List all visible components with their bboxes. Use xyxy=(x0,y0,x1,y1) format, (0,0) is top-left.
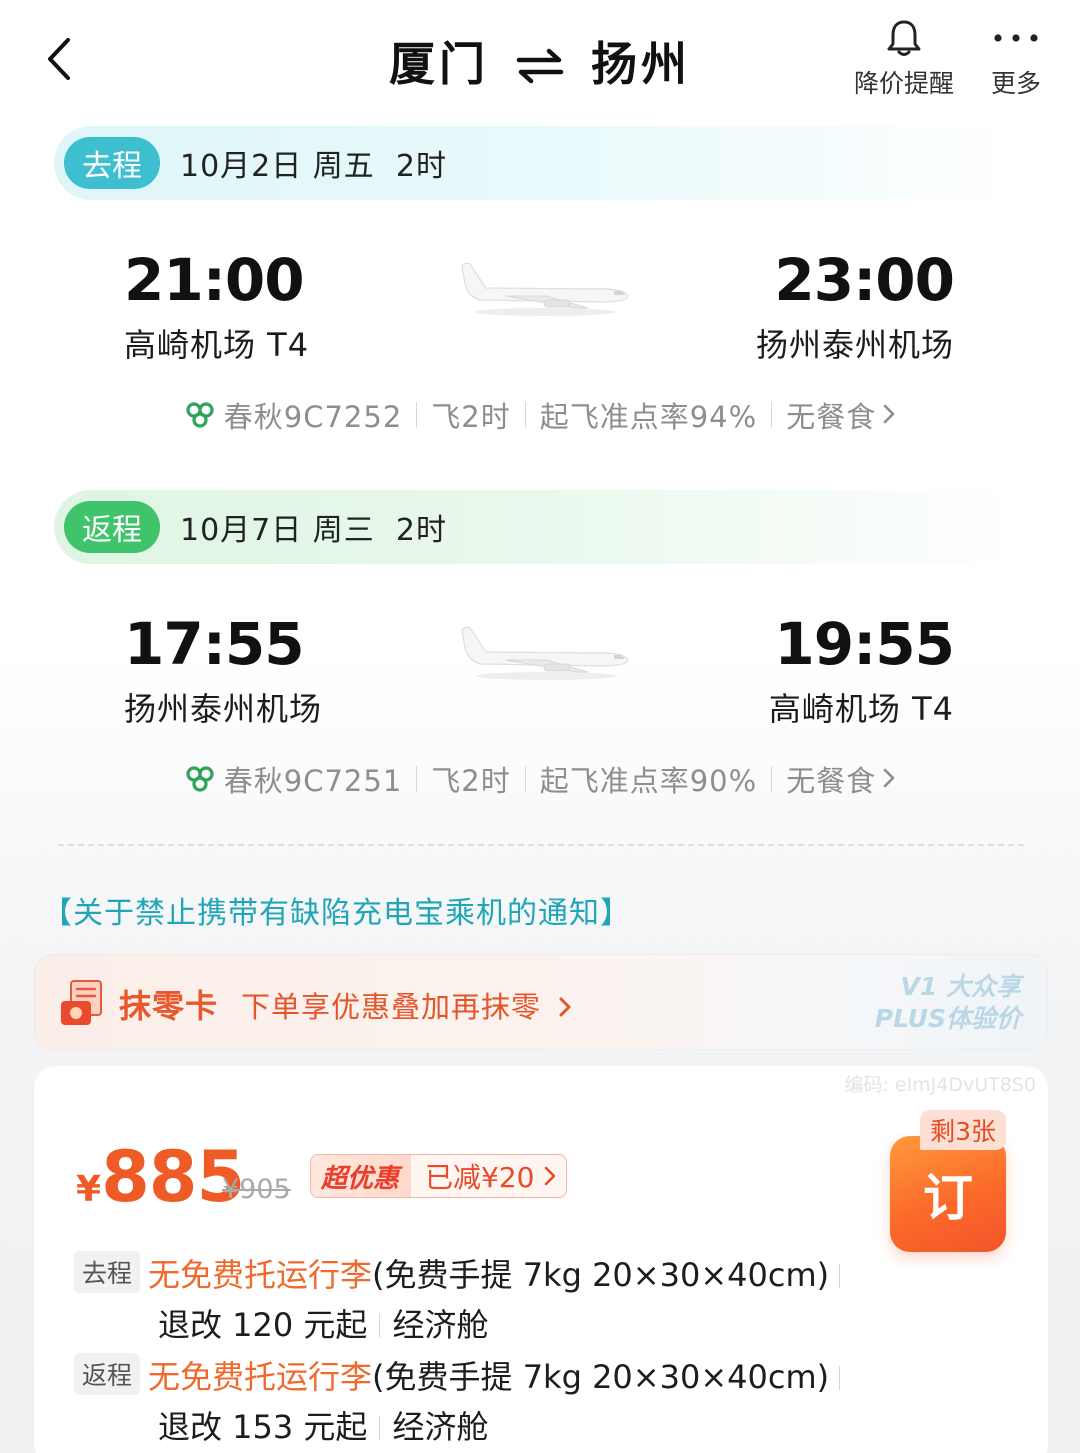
from-city: 厦门 xyxy=(389,37,489,91)
chevron-right-icon xyxy=(559,997,571,1017)
chevron-right-icon xyxy=(545,1166,556,1186)
airplane-icon xyxy=(461,262,629,316)
seats-remaining-badge: 剩3张 xyxy=(920,1110,1006,1150)
outbound-arr-airport: 扬州泰州机场 xyxy=(755,326,954,364)
divider xyxy=(839,1264,841,1288)
outbound-carry-on-detail: (免费手提 7kg 20×30×40cm) xyxy=(372,1256,830,1294)
return-date: 10月7日 周三 2时 xyxy=(180,513,447,548)
chevron-right-icon xyxy=(882,762,896,796)
return-flight-info[interactable]: 春秋9C7251 飞2时 起飞准点率90% 无餐食 xyxy=(0,758,1080,800)
bell-icon xyxy=(887,20,921,56)
outbound-fare-rule-line2[interactable]: 退改 120 元起 经济舱 xyxy=(158,1300,488,1346)
book-button[interactable]: 订 xyxy=(890,1136,1006,1252)
return-flight-no: 春秋9C7251 xyxy=(223,764,403,798)
divider xyxy=(379,1416,381,1440)
power-bank-notice-link[interactable]: 【关于禁止携带有缺陷充电宝乘机的通知】 xyxy=(42,888,631,932)
divider xyxy=(416,402,418,428)
fare-price: ¥885 xyxy=(76,1136,245,1218)
divider xyxy=(771,766,773,792)
more-label: 更多 xyxy=(990,69,1041,98)
discount-badge[interactable]: 超优惠 已减¥20 xyxy=(310,1154,568,1198)
divider xyxy=(379,1314,381,1338)
return-flight[interactable]: 17:55 扬州泰州机场 19:55 高崎机场 T4 xyxy=(0,610,1080,730)
outbound-meal: 无餐食 xyxy=(786,400,877,434)
promo-description: 下单享优惠叠加再抹零 xyxy=(241,984,573,1026)
promo-banner[interactable]: 抹零卡 下单享优惠叠加再抹零 V1 大众享 PLUS体验价 xyxy=(34,954,1048,1050)
outbound-refund-rule: 退改 120 元起 xyxy=(158,1306,368,1344)
outbound-dep-airport: 高崎机场 T4 xyxy=(124,326,310,364)
outbound-duration: 飞2时 xyxy=(431,400,511,434)
outbound-dep-time: 21:00 xyxy=(124,246,305,314)
coupon-card-icon xyxy=(61,980,102,1025)
return-fare-tag: 返程 xyxy=(74,1353,141,1395)
spring-airlines-icon xyxy=(184,400,216,430)
outbound-no-checked-baggage: 无免费托运行李 xyxy=(148,1256,373,1294)
outbound-tag: 去程 xyxy=(64,137,160,189)
return-fare-rule-line2[interactable]: 退改 153 元起 经济舱 xyxy=(158,1402,488,1448)
divider xyxy=(839,1366,841,1390)
airplane-icon xyxy=(461,626,629,680)
return-cabin: 经济舱 xyxy=(392,1408,489,1446)
divider xyxy=(524,402,526,428)
return-dep-airport: 扬州泰州机场 xyxy=(124,690,323,728)
outbound-flight[interactable]: 21:00 高崎机场 T4 23:00 扬州泰州机场 xyxy=(0,246,1080,366)
chevron-right-icon xyxy=(882,398,896,432)
return-meal: 无餐食 xyxy=(786,764,877,798)
return-carry-on-detail: (免费手提 7kg 20×30×40cm) xyxy=(372,1358,830,1396)
fare-card: 编码: eImJ4DvUT8S0 ¥885 ¥905 超优惠 已减¥20 剩3张… xyxy=(34,1066,1048,1453)
more-dots-icon xyxy=(994,34,1038,42)
outbound-arr-time: 23:00 xyxy=(774,246,955,314)
price-alert-label: 降价提醒 xyxy=(853,69,954,98)
outbound-cabin: 经济舱 xyxy=(392,1306,489,1344)
return-fare-rule[interactable]: 返程 无免费托运行李(免费手提 7kg 20×30×40cm) xyxy=(74,1352,850,1398)
outbound-date: 10月2日 周五 2时 xyxy=(180,149,447,184)
return-arr-time: 19:55 xyxy=(774,610,955,678)
outbound-flight-info[interactable]: 春秋9C7252 飞2时 起飞准点率94% 无餐食 xyxy=(0,394,1080,436)
original-price: ¥905 xyxy=(222,1174,291,1205)
return-on-time: 起飞准点率90% xyxy=(539,764,758,798)
dashed-divider xyxy=(58,844,1024,846)
outbound-fare-rule[interactable]: 去程 无免费托运行李(免费手提 7kg 20×30×40cm) xyxy=(74,1250,850,1296)
spring-airlines-icon xyxy=(184,764,216,794)
top-bar: 厦门 扬州 降价提醒 更多 xyxy=(0,0,1080,120)
return-duration: 飞2时 xyxy=(431,764,511,798)
promo-title: 抹零卡 xyxy=(119,987,219,1025)
outbound-fare-tag: 去程 xyxy=(74,1251,141,1293)
to-city: 扬州 xyxy=(591,37,691,91)
outbound-flight-no: 春秋9C7252 xyxy=(223,400,403,434)
return-dep-time: 17:55 xyxy=(124,610,305,678)
outbound-banner: 去程 10月2日 周五 2时 xyxy=(54,126,1024,200)
deal-amount: 已减¥20 xyxy=(425,1161,535,1194)
deal-label: 超优惠 xyxy=(311,1155,412,1197)
fare-code: 编码: eImJ4DvUT8S0 xyxy=(844,1074,1036,1096)
return-arr-airport: 高崎机场 T4 xyxy=(768,690,954,728)
divider xyxy=(524,766,526,792)
return-no-checked-baggage: 无免费托运行李 xyxy=(148,1358,373,1396)
plus-member-badge: V1 大众享 PLUS体验价 xyxy=(874,972,1021,1033)
swap-icon[interactable] xyxy=(515,41,565,95)
divider xyxy=(771,402,773,428)
outbound-on-time: 起飞准点率94% xyxy=(539,400,758,434)
return-banner: 返程 10月7日 周三 2时 xyxy=(54,490,1024,564)
price-alert-button[interactable]: 降价提醒 xyxy=(846,18,962,100)
return-tag: 返程 xyxy=(64,501,160,553)
divider xyxy=(416,766,418,792)
return-refund-rule: 退改 153 元起 xyxy=(158,1408,368,1446)
more-button[interactable]: 更多 xyxy=(984,18,1048,100)
